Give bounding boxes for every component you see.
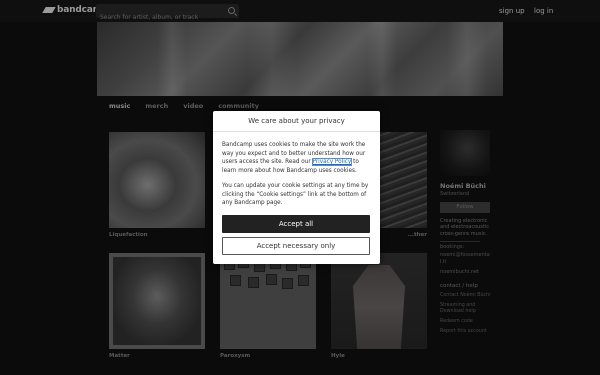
cover-figure — [353, 265, 405, 349]
artist-location: Switzerland — [440, 191, 470, 197]
album-cover[interactable] — [109, 132, 205, 228]
album-cover[interactable] — [331, 253, 427, 349]
redeem-code-link[interactable]: Redeem code — [440, 319, 492, 325]
cover-tile — [230, 275, 241, 286]
album-title[interactable]: Liquefaction — [109, 232, 205, 238]
follow-button[interactable]: Follow — [440, 202, 490, 213]
streaming-help-link[interactable]: Streaming and Download help — [440, 303, 492, 315]
album-title[interactable]: Hyle — [331, 353, 427, 359]
album-card[interactable]: Hyle — [331, 253, 427, 359]
cookie-consent-dialog: We care about your privacy Bandcamp uses… — [213, 111, 380, 264]
login-link[interactable]: log in — [534, 7, 553, 15]
cookie-paragraph-2: You can update your cookie settings at a… — [222, 183, 369, 206]
album-title[interactable]: Paroxysm — [220, 353, 316, 359]
album-card[interactable]: Matter — [109, 253, 205, 359]
artist-nav-tabs: music merch video community — [109, 102, 259, 110]
artist-photo — [440, 130, 490, 176]
artist-sidebar: Noémi Büchi Switzerland Follow Creating … — [440, 130, 492, 335]
dialog-body: Bandcamp uses cookies to make the site w… — [213, 132, 380, 208]
signup-link[interactable]: sign up — [499, 7, 525, 15]
album-cover[interactable] — [109, 253, 205, 349]
album-card[interactable]: Liquefaction — [109, 132, 205, 238]
bookings-email[interactable]: noemi@fossemental.it — [440, 252, 492, 265]
banner-fold — [447, 22, 487, 96]
privacy-policy-link[interactable]: Privacy Policy — [311, 158, 353, 166]
bandcamp-logo-icon — [42, 7, 56, 13]
contact-artist-link[interactable]: Contact Noémi Büchi — [440, 293, 492, 299]
tab-music[interactable]: music — [109, 102, 130, 110]
cover-tile — [282, 278, 293, 289]
top-bar: bandcamp sign up log in — [0, 0, 600, 25]
tab-video[interactable]: video — [183, 102, 203, 110]
search-box — [96, 4, 239, 25]
banner-fold — [367, 22, 397, 96]
accept-all-button[interactable]: Accept all — [222, 214, 370, 233]
artist-bio: Creating electronic and electroacoustic … — [440, 218, 489, 237]
tab-merch[interactable]: merch — [145, 102, 168, 110]
cover-tile — [266, 274, 277, 285]
search-icon[interactable] — [228, 7, 235, 14]
cookie-paragraph-1: Bandcamp uses cookies to make the site w… — [222, 141, 372, 175]
contact-help-heading: contact / help — [440, 282, 478, 289]
bandcamp-artist-page: bandcamp sign up log in music merch vide… — [0, 0, 600, 375]
cover-tile — [248, 277, 259, 288]
tab-community[interactable]: community — [218, 102, 259, 110]
album-title[interactable]: Matter — [109, 353, 205, 359]
banner-fold — [157, 22, 187, 96]
cover-tile — [298, 275, 309, 286]
dialog-title: We care about your privacy — [213, 111, 380, 132]
divider — [440, 240, 480, 242]
bookings-label: bookings: — [440, 243, 465, 250]
report-account-link[interactable]: Report this account — [440, 329, 492, 335]
artist-name[interactable]: Noémi Büchi — [440, 182, 492, 190]
album-card[interactable]: Paroxysm — [220, 253, 316, 359]
accept-necessary-button[interactable]: Accept necessary only — [222, 236, 370, 255]
artist-banner-image — [97, 22, 503, 96]
banner-fold — [247, 22, 297, 96]
album-cover[interactable] — [220, 253, 316, 349]
artist-website-link[interactable]: noemibuchi.net — [440, 269, 492, 276]
